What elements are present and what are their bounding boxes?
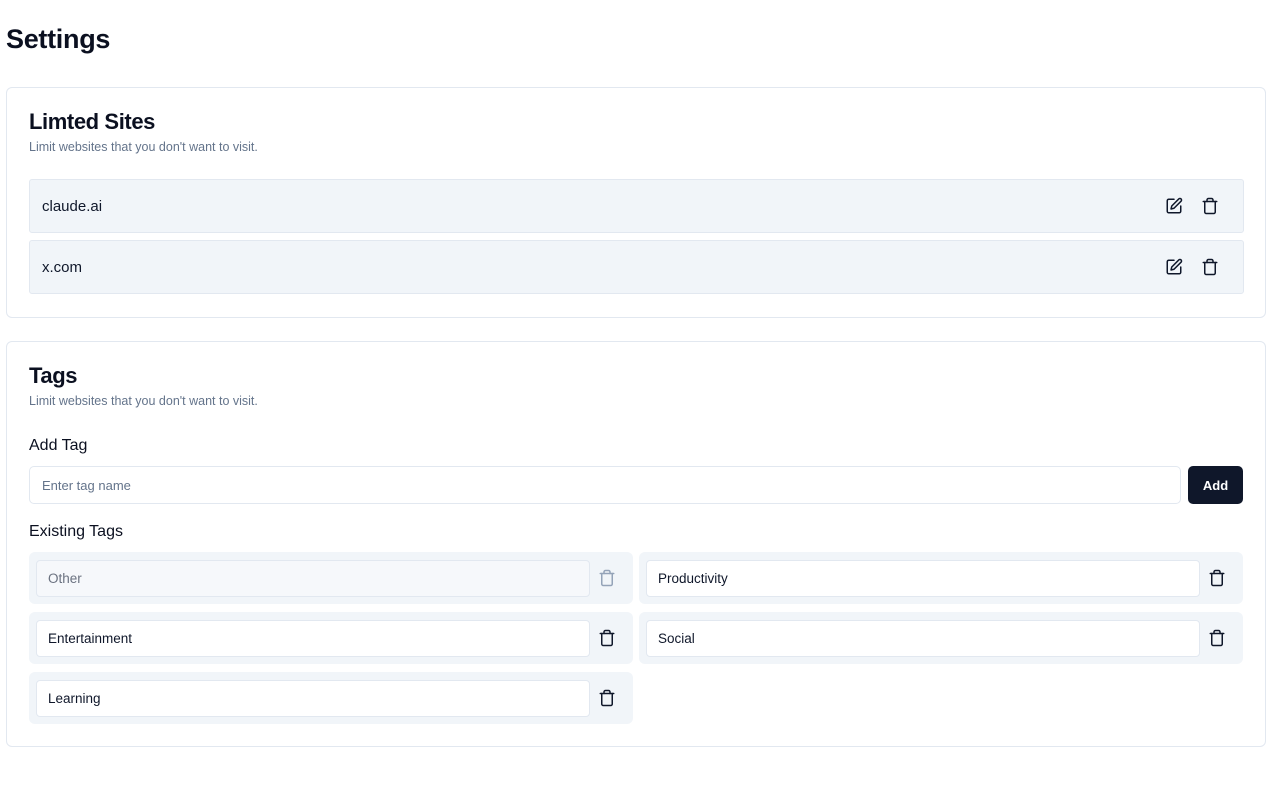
add-tag-button[interactable]: Add (1188, 466, 1243, 504)
edit-icon[interactable] (1163, 195, 1185, 217)
tag-item (639, 552, 1243, 604)
tag-name-field[interactable] (646, 619, 1200, 657)
site-name: x.com (42, 258, 83, 276)
existing-tags-label: Existing Tags (29, 523, 123, 540)
trash-icon[interactable] (1199, 195, 1221, 217)
tag-name-field[interactable] (36, 679, 590, 717)
tags-card: Tags Limit websites that you don't want … (6, 341, 1266, 747)
limited-sites-description: Limit websites that you don't want to vi… (29, 140, 258, 154)
tag-name-field[interactable] (36, 619, 590, 657)
add-tag-label: Add Tag (29, 437, 88, 454)
tag-name-field[interactable] (646, 559, 1200, 597)
trash-icon[interactable] (1206, 627, 1228, 649)
tag-name-input[interactable] (29, 466, 1181, 504)
trash-icon (596, 567, 618, 589)
tag-item (639, 612, 1243, 664)
trash-icon[interactable] (596, 687, 618, 709)
tags-description: Limit websites that you don't want to vi… (29, 394, 258, 408)
site-name: claude.ai (42, 197, 103, 215)
tag-item (29, 672, 633, 724)
tags-title: Tags (29, 363, 78, 388)
trash-icon[interactable] (596, 627, 618, 649)
limited-sites-title: Limted Sites (29, 109, 156, 134)
tag-item (29, 612, 633, 664)
trash-icon[interactable] (1199, 256, 1221, 278)
edit-icon[interactable] (1163, 256, 1185, 278)
site-actions (1163, 195, 1221, 217)
site-row: x.com (29, 240, 1244, 294)
site-row: claude.ai (29, 179, 1244, 233)
trash-icon[interactable] (1206, 567, 1228, 589)
limited-sites-card: Limted Sites Limit websites that you don… (6, 87, 1266, 318)
site-actions (1163, 256, 1221, 278)
tag-item (29, 552, 633, 604)
tag-name-field (36, 559, 590, 597)
page-title: Settings (6, 24, 111, 54)
